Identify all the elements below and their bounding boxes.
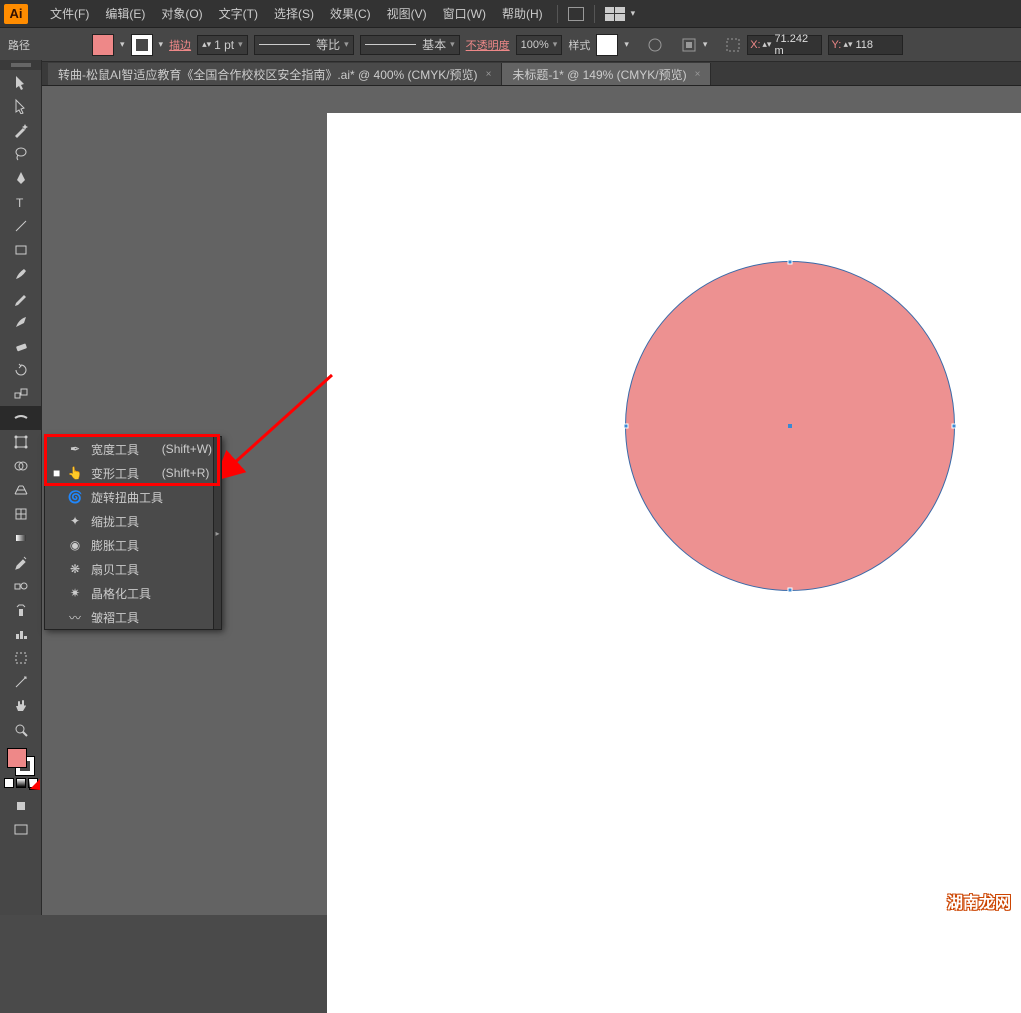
opacity-label[interactable]: 不透明度	[466, 37, 510, 53]
y-field[interactable]: Y:▴▾118	[828, 35, 903, 55]
blob-brush-tool[interactable]	[0, 310, 42, 334]
control-bar: 路径 ▾ ▾ 描边 ▴▾1 pt 等比 基本 不透明度 100% 样式 ▾ ▾ …	[0, 28, 1021, 62]
document-tab-1[interactable]: 转曲-松鼠AI智适应教育《全国合作校校区安全指南》.ai* @ 400% (CM…	[48, 63, 502, 85]
anchor-point[interactable]	[952, 424, 957, 429]
stroke-weight-dropdown[interactable]: ▴▾1 pt	[197, 35, 248, 55]
blend-tool[interactable]	[0, 574, 42, 598]
scallop-icon: ❋	[67, 561, 83, 577]
document-tabs: 转曲-松鼠AI智适应教育《全国合作校校区安全指南》.ai* @ 400% (CM…	[0, 62, 1021, 86]
flyout-scallop-tool[interactable]: ❋扇贝工具	[45, 557, 221, 581]
document-tab-2[interactable]: 未标题-1* @ 149% (CMYK/预览)×	[502, 63, 711, 85]
flyout-bloat-tool[interactable]: ◉膨胀工具	[45, 533, 221, 557]
flyout-tearoff[interactable]	[213, 437, 221, 629]
crystallize-icon: ✷	[67, 585, 83, 601]
wrinkle-icon: 〰	[67, 609, 83, 625]
style-label: 样式	[568, 37, 590, 53]
hand-tool[interactable]	[0, 694, 42, 718]
rectangle-tool[interactable]	[0, 238, 42, 262]
draw-mode-normal[interactable]	[0, 794, 42, 818]
menu-bar: Ai 文件(F) 编辑(E) 对象(O) 文字(T) 选择(S) 效果(C) 视…	[0, 0, 1021, 28]
free-transform-tool[interactable]	[0, 430, 42, 454]
slice-tool[interactable]	[0, 670, 42, 694]
eyedropper-tool[interactable]	[0, 550, 42, 574]
width-icon: ✒	[67, 441, 83, 457]
center-point	[788, 424, 792, 428]
screen-mode[interactable]	[0, 818, 42, 842]
perspective-grid-tool[interactable]	[0, 478, 42, 502]
menu-window[interactable]: 窗口(W)	[435, 0, 494, 28]
close-icon[interactable]: ×	[486, 69, 492, 80]
menu-file[interactable]: 文件(F)	[42, 0, 97, 28]
recolor-icon[interactable]	[647, 37, 663, 53]
menu-type[interactable]: 文字(T)	[211, 0, 266, 28]
gradient-tool[interactable]	[0, 526, 42, 550]
menu-edit[interactable]: 编辑(E)	[97, 0, 153, 28]
transform-icon[interactable]	[725, 37, 741, 53]
pen-tool[interactable]	[0, 166, 42, 190]
selection-tool[interactable]	[0, 70, 42, 94]
line-tool[interactable]	[0, 214, 42, 238]
flyout-warp-tool[interactable]: ■👆变形工具 (Shift+R)	[45, 461, 221, 485]
zoom-tool[interactable]	[0, 718, 42, 742]
width-tool-flyout: ✒宽度工具 (Shift+W) ■👆变形工具 (Shift+R) 🌀旋转扭曲工具…	[44, 436, 222, 630]
direct-selection-tool[interactable]	[0, 94, 42, 118]
shape-builder-tool[interactable]	[0, 454, 42, 478]
style-swatch[interactable]	[596, 34, 618, 56]
menu-object[interactable]: 对象(O)	[153, 0, 210, 28]
flyout-width-tool[interactable]: ✒宽度工具 (Shift+W)	[45, 437, 221, 461]
tools-panel: T	[0, 60, 42, 915]
align-icon[interactable]	[681, 37, 697, 53]
menu-help[interactable]: 帮助(H)	[494, 0, 551, 28]
fill-swatch[interactable]	[92, 34, 114, 56]
type-tool[interactable]: T	[0, 190, 42, 214]
flyout-pucker-tool[interactable]: ✦缩拢工具	[45, 509, 221, 533]
flyout-twirl-tool[interactable]: 🌀旋转扭曲工具	[45, 485, 221, 509]
twirl-icon: 🌀	[67, 489, 83, 505]
x-field[interactable]: X:▴▾71.242 m	[747, 35, 822, 55]
profile-dropdown[interactable]: 等比	[254, 35, 354, 55]
warp-icon: 👆	[67, 465, 83, 481]
panel-handle[interactable]	[0, 60, 41, 70]
symbol-sprayer-tool[interactable]	[0, 598, 42, 622]
pucker-icon: ✦	[67, 513, 83, 529]
flyout-crystallize-tool[interactable]: ✷晶格化工具	[45, 581, 221, 605]
column-graph-tool[interactable]	[0, 622, 42, 646]
anchor-point[interactable]	[788, 588, 793, 593]
close-icon[interactable]: ×	[695, 69, 701, 80]
anchor-point[interactable]	[624, 424, 629, 429]
pencil-tool[interactable]	[0, 286, 42, 310]
opacity-dropdown[interactable]: 100%	[516, 35, 563, 55]
bloat-icon: ◉	[67, 537, 83, 553]
menu-select[interactable]: 选择(S)	[266, 0, 322, 28]
ellipse-object[interactable]	[625, 261, 955, 591]
selection-type-label: 路径	[8, 37, 30, 53]
lasso-tool[interactable]	[0, 142, 42, 166]
color-mode-toggle[interactable]	[4, 778, 38, 788]
flyout-wrinkle-tool[interactable]: 〰皱褶工具	[45, 605, 221, 629]
anchor-point[interactable]	[788, 260, 793, 265]
menu-view[interactable]: 视图(V)	[379, 0, 435, 28]
mesh-tool[interactable]	[0, 502, 42, 526]
magic-wand-tool[interactable]	[0, 118, 42, 142]
stroke-label[interactable]: 描边	[169, 37, 191, 53]
eraser-tool[interactable]	[0, 334, 42, 358]
scale-tool[interactable]	[0, 382, 42, 406]
stroke-swatch[interactable]	[131, 34, 153, 56]
fill-stroke-swatches[interactable]	[7, 748, 35, 776]
document-setup-icon[interactable]	[568, 7, 584, 21]
width-tool[interactable]	[0, 406, 42, 430]
brush-dropdown[interactable]: 基本	[360, 35, 460, 55]
menu-effect[interactable]: 效果(C)	[322, 0, 379, 28]
rotate-tool[interactable]	[0, 358, 42, 382]
artboard-tool[interactable]	[0, 646, 42, 670]
arrange-docs-icon[interactable]	[605, 7, 625, 21]
app-logo: Ai	[4, 4, 28, 24]
watermark-site: 湖南龙网	[947, 889, 1011, 913]
paintbrush-tool[interactable]	[0, 262, 42, 286]
svg-text:T: T	[16, 196, 24, 210]
